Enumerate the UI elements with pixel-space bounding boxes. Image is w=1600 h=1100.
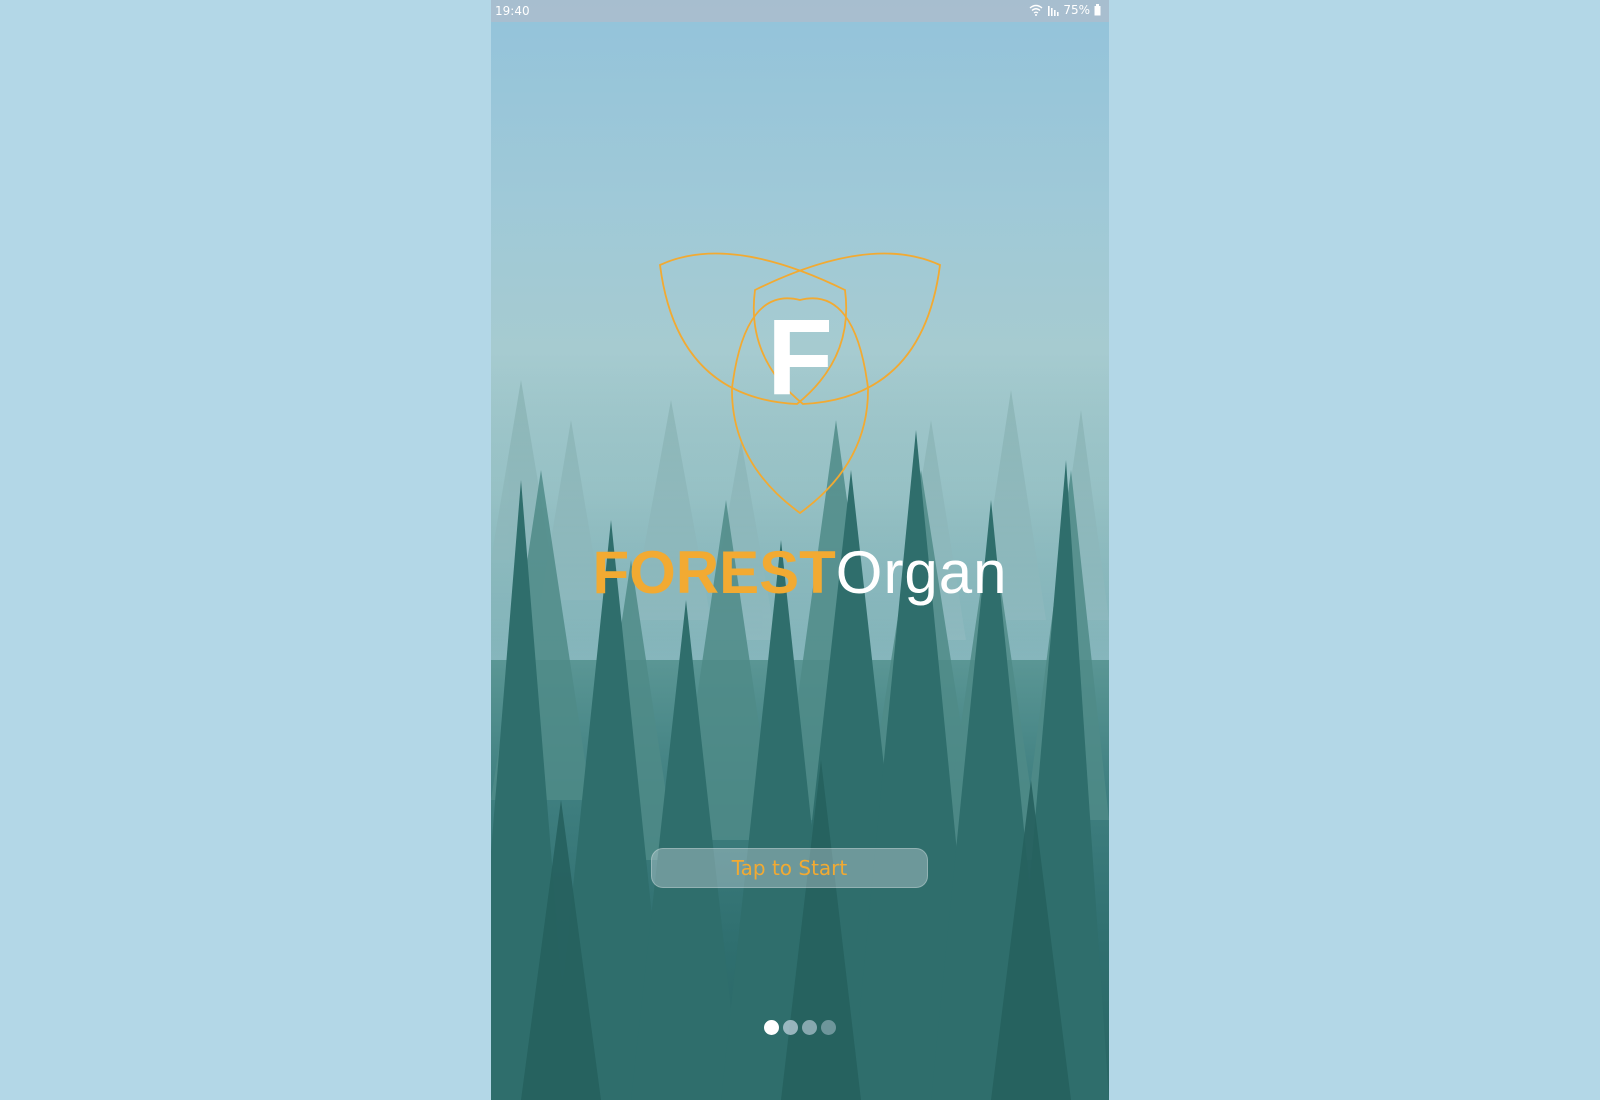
wifi-icon: [1029, 4, 1043, 16]
page-dot[interactable]: [802, 1020, 817, 1035]
page-dot-active[interactable]: [764, 1020, 779, 1035]
tap-to-start-button[interactable]: Tap to Start: [651, 848, 928, 888]
page-indicator: [764, 1020, 836, 1035]
status-time: 19:40: [495, 4, 530, 18]
app-screen: 19:40 75% F FORESTOrgan Tap to Start: [491, 0, 1109, 1100]
signal-icon: [1047, 4, 1059, 16]
app-name-organ: Organ: [835, 539, 1008, 606]
app-name-forest: FOREST: [592, 539, 836, 606]
logo-letter: F: [767, 296, 833, 417]
forest-organ-logo: F: [659, 252, 941, 515]
page-dot[interactable]: [783, 1020, 798, 1035]
battery-icon: [1094, 4, 1101, 16]
status-icons: 75%: [1029, 3, 1101, 17]
status-bar: 19:40 75%: [491, 0, 1109, 22]
page-dot[interactable]: [821, 1020, 836, 1035]
battery-percent: 75%: [1063, 3, 1090, 17]
app-name: FORESTOrgan: [491, 536, 1109, 610]
